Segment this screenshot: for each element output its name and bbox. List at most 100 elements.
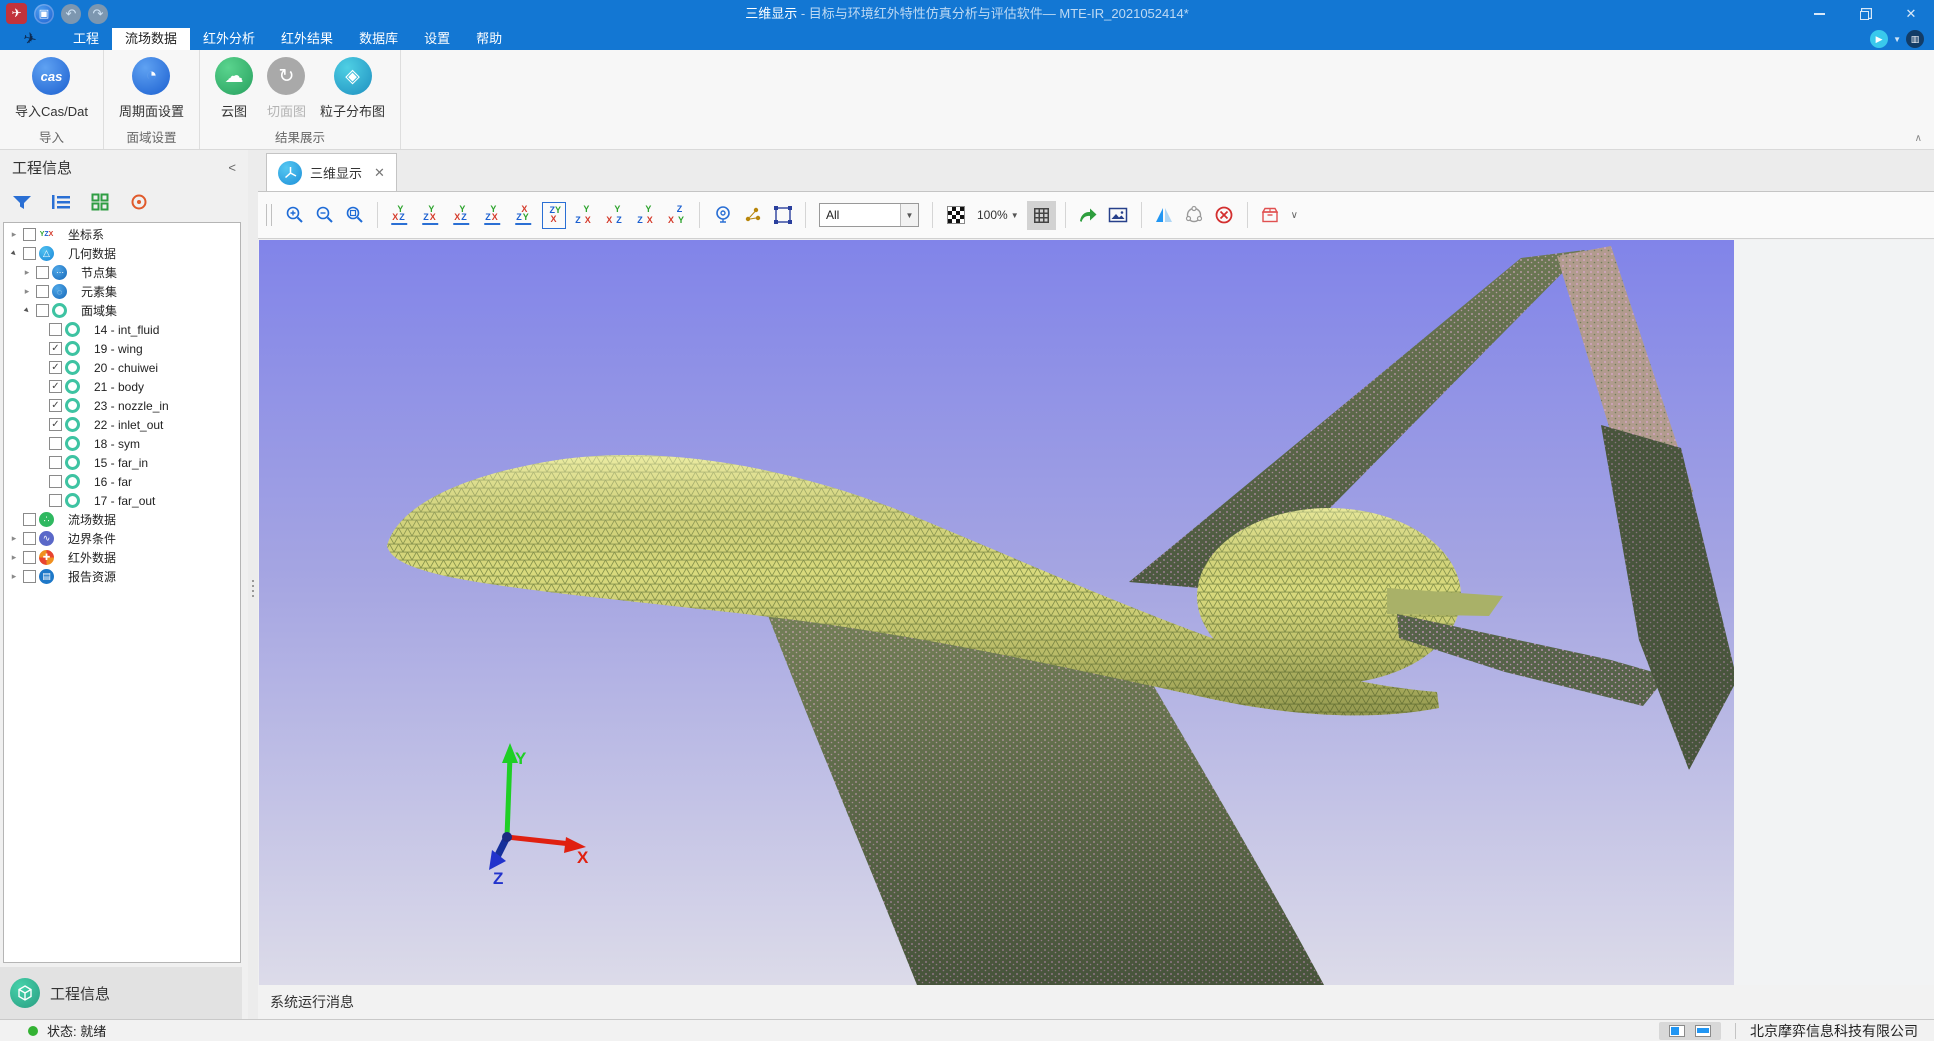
tree-item[interactable]: ▸△几何数据 xyxy=(4,244,240,263)
visibility-checkbox[interactable] xyxy=(49,437,62,450)
visibility-checkbox[interactable] xyxy=(36,285,49,298)
view-orientation-button[interactable]: YZX xyxy=(418,202,442,229)
layout-left-icon[interactable] xyxy=(1669,1025,1685,1037)
view-orientation-button[interactable]: ZXY xyxy=(666,202,690,229)
tab-3d-view[interactable]: 三维显示 ✕ xyxy=(266,153,397,191)
toolbar-drag-handle[interactable] xyxy=(266,204,272,226)
view-orientation-button[interactable]: YZX xyxy=(480,202,504,229)
notebook-button[interactable]: ▥ xyxy=(1906,30,1924,48)
dropdown-arrow-icon[interactable]: ▼ xyxy=(900,204,918,226)
menu-item-设置[interactable]: 设置 xyxy=(411,28,463,50)
package-caret-icon[interactable]: ∨ xyxy=(1287,210,1302,221)
mirror-icon[interactable] xyxy=(1151,202,1178,229)
menu-item-红外分析[interactable]: 红外分析 xyxy=(190,28,268,50)
save-button[interactable]: ▣ xyxy=(34,4,54,24)
zoom-in-button[interactable] xyxy=(281,202,308,229)
transparency-icon[interactable] xyxy=(942,202,969,229)
caret-down-icon[interactable]: ▼ xyxy=(1893,35,1901,44)
panel-footer[interactable]: 工程信息 xyxy=(0,967,242,1019)
close-button[interactable]: ✕ xyxy=(1888,0,1934,28)
tree-item[interactable]: ✓19 - wing xyxy=(4,339,240,358)
menu-item-红外结果[interactable]: 红外结果 xyxy=(268,28,346,50)
expander-icon[interactable]: ▸ xyxy=(8,552,20,563)
mesh-toggle-button[interactable] xyxy=(1027,201,1056,230)
clear-icon[interactable] xyxy=(1211,202,1238,229)
expander-icon[interactable]: ▸ xyxy=(19,302,35,318)
smooth-icon[interactable] xyxy=(1181,202,1208,229)
3d-viewport[interactable]: Y X Z xyxy=(259,240,1734,985)
package-icon[interactable] xyxy=(1257,202,1284,229)
export-arrow-icon[interactable] xyxy=(1075,202,1102,229)
theme-button[interactable]: ▶ xyxy=(1870,30,1888,48)
tree-item[interactable]: ▸∿边界条件 xyxy=(4,529,240,548)
panel-splitter[interactable] xyxy=(248,150,258,1019)
visibility-checkbox[interactable] xyxy=(23,513,36,526)
filter-icon[interactable] xyxy=(10,190,34,214)
zoom-out-button[interactable] xyxy=(311,202,338,229)
expander-icon[interactable]: ▸ xyxy=(6,245,22,261)
view-orientation-button[interactable]: YZX xyxy=(635,202,659,229)
menu-item-帮助[interactable]: 帮助 xyxy=(463,28,515,50)
visibility-checkbox[interactable] xyxy=(36,266,49,279)
visibility-checkbox[interactable] xyxy=(23,570,36,583)
view-orientation-button[interactable]: ZYX xyxy=(542,202,566,229)
tree-item[interactable]: ✓22 - inlet_out xyxy=(4,415,240,434)
grid-view-icon[interactable] xyxy=(88,190,112,214)
visibility-checkbox[interactable] xyxy=(49,323,62,336)
tree-item[interactable]: ▸▤报告资源 xyxy=(4,567,240,586)
view-orientation-button[interactable]: XZY xyxy=(511,202,535,229)
expander-icon[interactable]: ▸ xyxy=(21,286,33,297)
redo-button[interactable]: ↷ xyxy=(88,4,108,24)
view-orientation-button[interactable]: YXZ xyxy=(449,202,473,229)
ribbon-button-云图[interactable]: ☁云图 xyxy=(208,57,260,120)
expander-icon[interactable]: ▸ xyxy=(21,267,33,278)
display-filter-dropdown[interactable]: All ▼ xyxy=(819,203,919,227)
tree-item[interactable]: 16 - far xyxy=(4,472,240,491)
layout-top-icon[interactable] xyxy=(1695,1025,1711,1037)
undo-button[interactable]: ↶ xyxy=(61,4,81,24)
box-select-icon[interactable] xyxy=(769,202,796,229)
visibility-checkbox[interactable]: ✓ xyxy=(49,418,62,431)
tree-item[interactable]: 18 - sym xyxy=(4,434,240,453)
tree-item[interactable]: ▸⋯节点集 xyxy=(4,263,240,282)
view-orientation-button[interactable]: YZX xyxy=(573,202,597,229)
tree-item[interactable]: 15 - far_in xyxy=(4,453,240,472)
visibility-checkbox[interactable] xyxy=(23,551,36,564)
visibility-checkbox[interactable] xyxy=(23,228,36,241)
zoom-level-dropdown[interactable]: 100% ▼ xyxy=(972,208,1024,222)
tree-item[interactable]: ▸◌元素集 xyxy=(4,282,240,301)
expander-icon[interactable]: ▸ xyxy=(8,533,20,544)
visibility-checkbox[interactable]: ✓ xyxy=(49,361,62,374)
tree-item[interactable]: 14 - int_fluid xyxy=(4,320,240,339)
tree-item[interactable]: ✓23 - nozzle_in xyxy=(4,396,240,415)
minimize-button[interactable] xyxy=(1796,0,1842,28)
tree-item[interactable]: 17 - far_out xyxy=(4,491,240,510)
visibility-checkbox[interactable] xyxy=(36,304,49,317)
visibility-checkbox[interactable] xyxy=(49,494,62,507)
tree-item[interactable]: ✓20 - chuiwei xyxy=(4,358,240,377)
ribbon-collapse-icon[interactable]: ∧ xyxy=(1915,133,1922,144)
view-orientation-button[interactable]: YXZ xyxy=(387,202,411,229)
ribbon-button-周期面设置[interactable]: ◔周期面设置 xyxy=(112,57,191,120)
visibility-checkbox[interactable]: ✓ xyxy=(49,380,62,393)
menu-item-工程[interactable]: 工程 xyxy=(60,28,112,50)
visibility-checkbox[interactable]: ✓ xyxy=(49,399,62,412)
view-orientation-button[interactable]: YXZ xyxy=(604,202,628,229)
tab-close-icon[interactable]: ✕ xyxy=(374,165,385,181)
expander-icon[interactable]: ▸ xyxy=(8,229,20,240)
visibility-checkbox[interactable] xyxy=(49,475,62,488)
restore-button[interactable] xyxy=(1842,0,1888,28)
particles-icon[interactable] xyxy=(739,202,766,229)
tree-item[interactable]: ▸面域集 xyxy=(4,301,240,320)
visibility-checkbox[interactable] xyxy=(23,247,36,260)
menu-item-流场数据[interactable]: 流场数据 xyxy=(112,28,190,50)
outline-list-icon[interactable] xyxy=(49,190,73,214)
tree-item[interactable]: ∴流场数据 xyxy=(4,510,240,529)
expander-icon[interactable]: ▸ xyxy=(8,571,20,582)
tree-item[interactable]: ▸✚红外数据 xyxy=(4,548,240,567)
ribbon-button-粒子分布图[interactable]: ◈粒子分布图 xyxy=(313,57,392,120)
snapshot-icon[interactable] xyxy=(1105,202,1132,229)
menu-item-数据库[interactable]: 数据库 xyxy=(346,28,411,50)
probe-icon[interactable] xyxy=(709,202,736,229)
ribbon-button-导入Cas/Dat[interactable]: cas导入Cas/Dat xyxy=(8,57,95,120)
